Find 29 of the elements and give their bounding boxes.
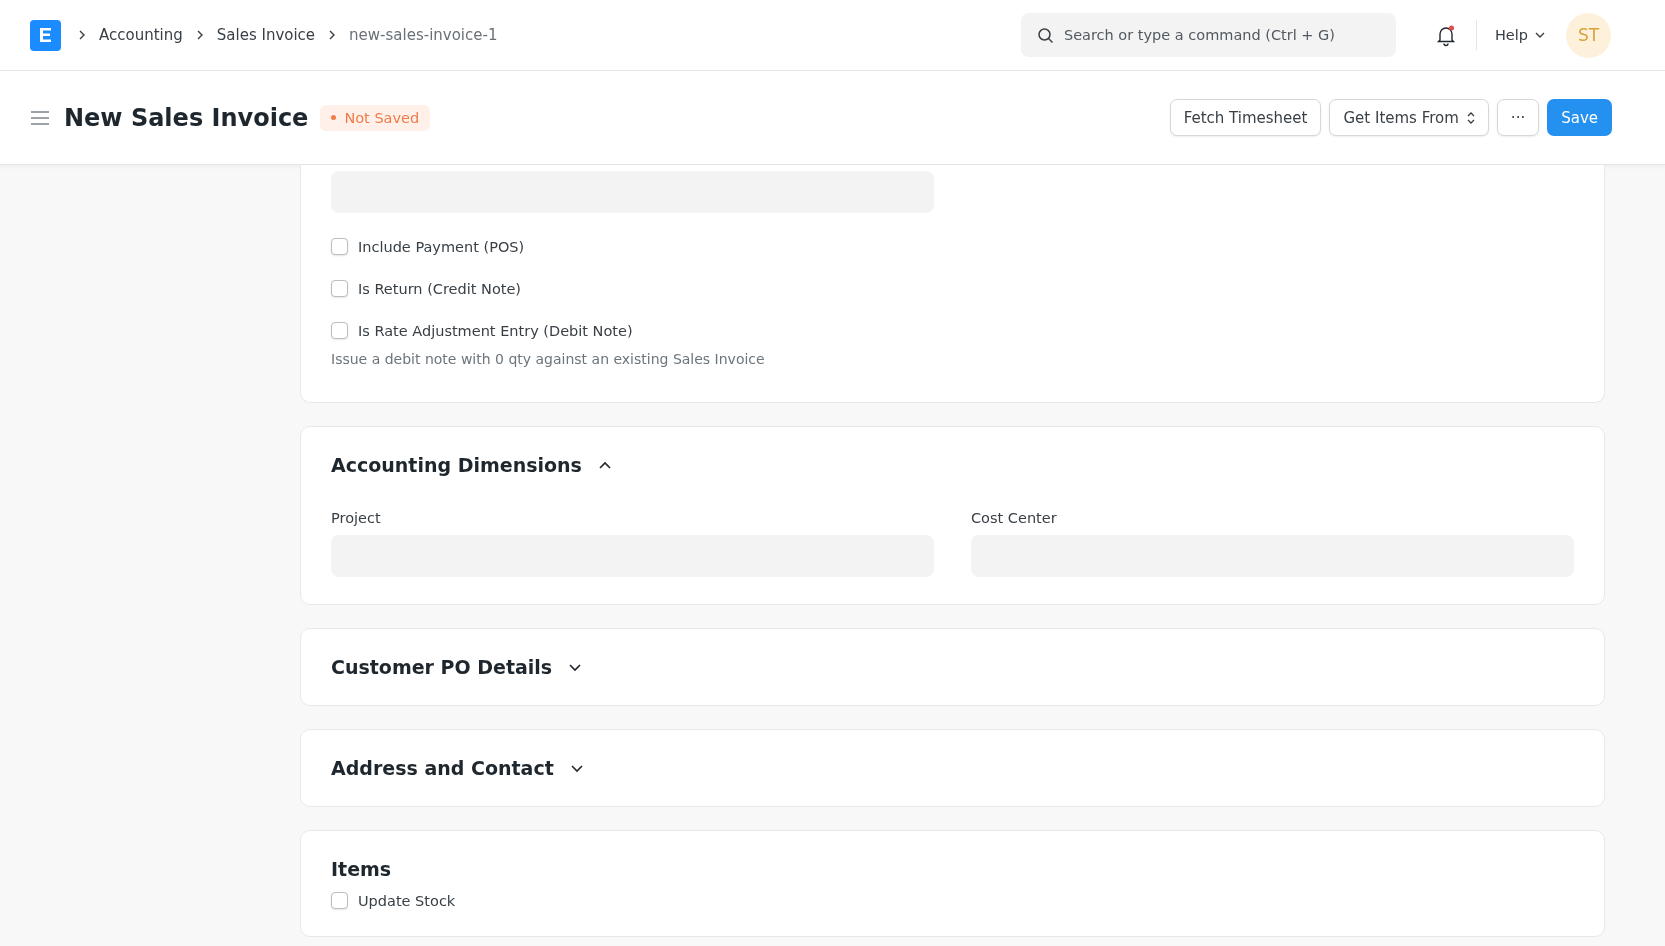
checkbox[interactable] — [331, 238, 348, 255]
menu-icon[interactable] — [30, 109, 50, 126]
section-title: Items — [331, 858, 393, 880]
checkbox-label: Is Return (Credit Note) — [358, 280, 522, 297]
page-title: New Sales Invoice — [64, 103, 309, 132]
checkbox[interactable] — [331, 322, 348, 339]
action-button[interactable]: Fetch Timesheet — [1169, 99, 1322, 136]
breadcrumb-link[interactable]: new-sales-invoice-1 — [349, 26, 498, 44]
search-icon — [1036, 26, 1054, 44]
status-badge: Not Saved — [320, 104, 431, 131]
section-toggle[interactable]: Address and Contact — [331, 757, 584, 779]
section-toggle[interactable]: Accounting Dimensions — [331, 454, 612, 476]
help-menu[interactable]: Help — [1494, 27, 1546, 43]
breadcrumb-link[interactable]: Sales Invoice — [216, 26, 316, 44]
field-label: Cost Center — [971, 510, 1058, 526]
section-toggle[interactable]: Customer PO Details — [331, 656, 583, 678]
checkbox-label: Is Rate Adjustment Entry (Debit Note) — [358, 322, 633, 339]
search-field[interactable]: Search or type a command (Ctrl + G) — [1020, 13, 1396, 57]
field-label: Project — [331, 510, 382, 526]
more-button[interactable]: ··· — [1496, 99, 1540, 136]
dropdown-button[interactable]: Get Items From — [1329, 99, 1489, 136]
checkbox[interactable] — [331, 280, 348, 297]
checkbox-label: Include Payment (POS) — [358, 238, 525, 255]
breadcrumb-link[interactable]: Accounting — [99, 26, 183, 44]
checkbox[interactable] — [331, 892, 348, 909]
sort-icon — [1466, 111, 1475, 124]
app-logo[interactable] — [30, 19, 61, 51]
checkbox-label: Update Stock — [358, 892, 456, 909]
field-description: Issue a debit note with 0 qty against an existing Sales Invoice — [331, 351, 766, 367]
